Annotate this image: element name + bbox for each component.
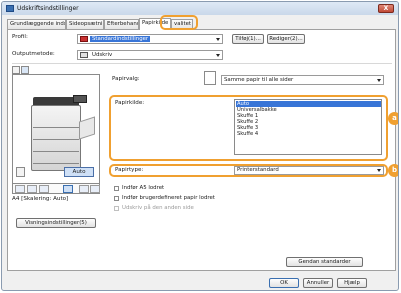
paper-source-label: Papirkilde:	[115, 100, 145, 106]
add-profile-button[interactable]: Tilføj(1)...	[232, 34, 264, 44]
tab-bar: Grundlæggende indstillinger Sideopsætnin…	[7, 18, 307, 30]
chevron-down-icon	[216, 38, 220, 41]
layout-icon[interactable]	[21, 66, 29, 74]
a5-portrait-checkbox[interactable]	[114, 186, 119, 191]
paper-type-value: Printerstandard	[237, 167, 279, 173]
paper-source-panel: Profil: Standardindstillinger Tilføj(1).…	[7, 29, 398, 271]
staple-icon[interactable]	[90, 185, 100, 193]
printer-body-graphic	[31, 105, 81, 171]
profile-icon	[80, 36, 88, 42]
custom-portrait-label: Indfør brugerdefineret papir lodret	[122, 195, 215, 201]
divider	[12, 63, 392, 64]
chevron-down-icon	[216, 54, 220, 57]
tab-finishing[interactable]: Efterbehandlin	[104, 19, 139, 29]
tab-quality[interactable]: valitet	[171, 19, 193, 29]
preview-toolbar	[12, 183, 100, 194]
tray-line	[33, 151, 79, 152]
ok-button[interactable]: OK	[269, 278, 299, 288]
tray-line	[33, 127, 79, 128]
page-view-icon[interactable]	[15, 185, 25, 193]
printer-app-icon	[6, 5, 14, 12]
output-icon	[80, 52, 88, 58]
close-button[interactable]: X	[378, 4, 394, 13]
output-method-value: Udskriv	[92, 52, 113, 58]
view-settings-button[interactable]: Visningsindstillinger(5)	[16, 218, 96, 228]
preview-mode-icon[interactable]	[12, 66, 20, 74]
output-tray-icon[interactable]	[63, 185, 73, 193]
print-settings-window: Udskriftsindstillinger X Grundlæggende i…	[1, 1, 399, 291]
tray-line	[33, 139, 79, 140]
preview-caption: A4 [Skalering: Auto]	[12, 196, 69, 202]
auto-button[interactable]: Auto	[64, 167, 94, 177]
paper-type-select[interactable]: Printerstandard	[234, 166, 384, 175]
output-method-label: Outputmetode:	[12, 51, 55, 57]
paper-source-listbox[interactable]: Auto Universalbakke Skuffe 1 Skuffe 2 Sk…	[234, 99, 382, 155]
callout-badge-a: a	[388, 112, 398, 125]
profile-select[interactable]: Standardindstillinger	[77, 34, 223, 44]
window-title: Udskriftsindstillinger	[17, 5, 79, 12]
edit-icon[interactable]	[39, 185, 49, 193]
restore-defaults-button[interactable]: Gendan standarder	[286, 257, 363, 267]
finishing-icon[interactable]	[79, 185, 89, 193]
paper-select-label: Papirvalg:	[112, 76, 140, 82]
title-bar: Udskriftsindstillinger X	[2, 2, 398, 15]
tab-page-setup[interactable]: Sideopsætning	[66, 19, 104, 29]
multipurpose-tray-graphic	[79, 116, 95, 140]
edit-profile-button[interactable]: Rediger(2)...	[267, 34, 305, 44]
paper-select-value: Samme papir til alle sider	[224, 77, 294, 83]
output-method-select[interactable]: Udskriv	[77, 50, 223, 60]
tab-basic-settings[interactable]: Grundlæggende indstillinger	[7, 19, 66, 29]
tab-paper-source[interactable]: Papirkilde	[139, 18, 171, 30]
tray-line	[33, 163, 79, 164]
profile-value: Standardindstillinger	[90, 36, 151, 42]
paper-stack-icon	[204, 71, 216, 85]
paper-select-dropdown[interactable]: Samme papir til alle sider	[221, 75, 384, 85]
custom-portrait-checkbox[interactable]	[114, 196, 119, 201]
callout-badge-b: b	[388, 164, 398, 177]
help-button[interactable]: Hjælp	[337, 278, 367, 288]
print-other-side-checkbox[interactable]	[114, 206, 119, 211]
page-icon	[16, 167, 25, 177]
cancel-button[interactable]: Annuller	[303, 278, 333, 288]
paper-type-label: Papirtype:	[115, 167, 144, 173]
a5-portrait-label: Indfør A5 lodret	[122, 185, 165, 191]
print-other-side-label: Udskriv på den anden side	[122, 205, 194, 211]
chevron-down-icon	[377, 79, 381, 82]
paper-source-option[interactable]: Skuffe 4	[236, 131, 381, 137]
printer-control-panel-graphic	[73, 95, 87, 103]
document-icon[interactable]	[27, 185, 37, 193]
profile-label: Profil:	[12, 34, 28, 40]
chevron-down-icon	[377, 169, 381, 172]
